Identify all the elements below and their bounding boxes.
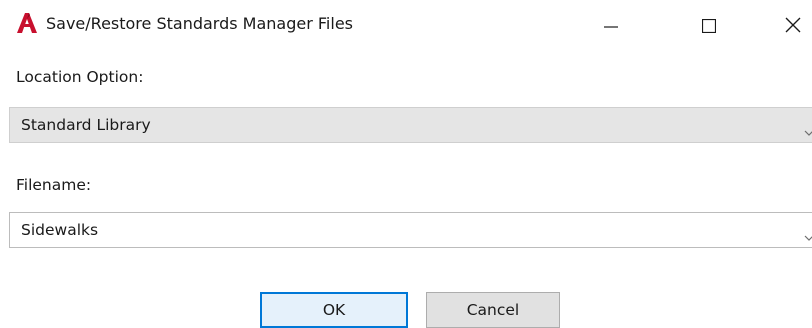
ok-button[interactable]: OK xyxy=(260,292,408,328)
close-icon xyxy=(785,17,801,37)
title-bar[interactable]: Save/Restore Standards Manager Files xyxy=(0,0,812,54)
close-button[interactable] xyxy=(770,0,812,54)
maximize-icon xyxy=(701,18,717,37)
filename-value: Sidewalks xyxy=(21,221,99,239)
window-title: Save/Restore Standards Manager Files xyxy=(46,14,353,33)
location-option-value: Standard Library xyxy=(21,116,151,134)
autocad-a-icon xyxy=(16,12,38,34)
chevron-down-icon[interactable] xyxy=(804,227,812,241)
dialog-window: Save/Restore Standards Manager Files Loc… xyxy=(0,0,812,328)
maximize-button[interactable] xyxy=(686,0,732,54)
location-option-dropdown[interactable]: Standard Library xyxy=(9,107,812,143)
location-option-label: Location Option: xyxy=(16,68,144,86)
chevron-down-icon[interactable] xyxy=(804,122,812,136)
minimize-icon xyxy=(604,18,618,37)
minimize-button[interactable] xyxy=(588,0,634,54)
filename-dropdown[interactable]: Sidewalks xyxy=(9,212,812,248)
filename-label: Filename: xyxy=(16,176,92,194)
cancel-button[interactable]: Cancel xyxy=(426,292,560,328)
